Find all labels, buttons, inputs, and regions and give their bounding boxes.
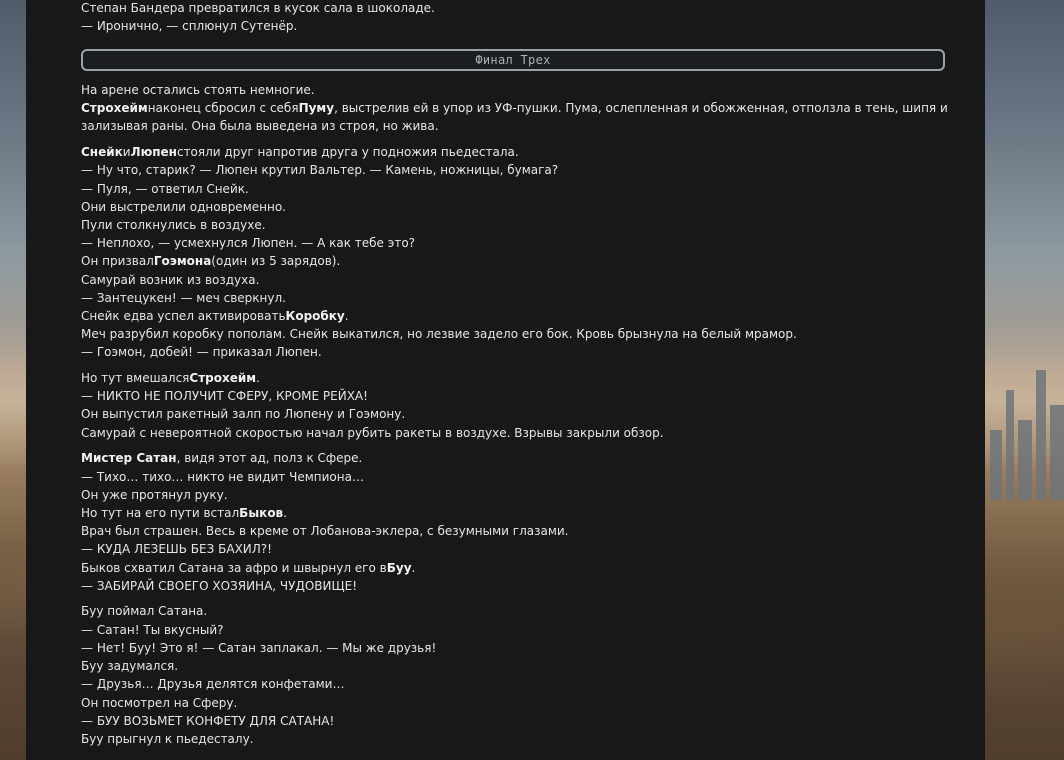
- character-name: Буу: [386, 560, 412, 575]
- story-line: — Нет! Буу! Это я! — Сатан заплакал. — М…: [81, 640, 437, 655]
- story-line: Он уже протянул руку.: [81, 487, 228, 502]
- story-column: Степан Бандера превратился в кусок сала …: [26, 0, 985, 760]
- character-name: Строхейм: [189, 371, 257, 386]
- story-line: Он посмотрел на Сферу.: [81, 695, 238, 710]
- story-line: — Пуля, — ответил Снейк.: [81, 181, 249, 196]
- story-line: — Друзья… Друзья делятся конфетами…: [81, 677, 345, 692]
- story-line: зализывая раны. Она была выведена из стр…: [81, 119, 439, 134]
- story-paragraph: Буу поймал Сатана. — Сатан! Ты вкусный? …: [81, 602, 951, 748]
- story-line: СнейкиЛюпенстояли друг напротив друга у …: [81, 145, 519, 160]
- story-line: Он призвалГоэмона(один из 5 зарядов).: [81, 254, 341, 269]
- story-line: Мистер Сатан, видя этот ад, полз к Сфере…: [81, 451, 363, 466]
- story-line: — КУДА ЛЕЗЕШЬ БЕЗ БАХИЛ?!: [81, 542, 272, 557]
- story-line: — Ну что, старик? — Люпен крутил Вальтер…: [81, 163, 559, 178]
- story-paragraph: На арене остались стоять немногие. Строх…: [81, 81, 951, 136]
- story-line: — Неплохо, — усмехнулся Люпен. — А как т…: [81, 236, 416, 251]
- story-line: — Тихо… тихо… никто не видит Чемпиона…: [81, 469, 364, 484]
- story-paragraph: Мистер Сатан, видя этот ад, полз к Сфере…: [81, 449, 951, 595]
- story-line: — Зантецукен! — меч сверкнул.: [81, 290, 286, 305]
- story-line: Врач был страшен. Весь в креме от Лобано…: [81, 524, 569, 539]
- item-name: Коробку: [285, 308, 345, 323]
- story-line: — Иронично, — сплюнул Сутенёр.: [81, 19, 298, 34]
- character-name: Снейк: [81, 145, 123, 160]
- story-line: Снейк едва успел активироватьКоробку.: [81, 308, 349, 323]
- story-line: — Гоэмон, добей! — приказал Люпен.: [81, 345, 322, 360]
- story-line: Самурай с невероятной скоростью начал ру…: [81, 425, 664, 440]
- story-line: Строхеймнаконец сбросил с себяПуму, выст…: [81, 101, 948, 116]
- character-name: Строхейм: [81, 101, 148, 116]
- story-line: Буу прыгнул к пьедесталу.: [81, 731, 254, 746]
- story-line: — БУУ ВОЗЬМЕТ КОНФЕТУ ДЛЯ САТАНА!: [81, 713, 335, 728]
- story-line: Степан Бандера превратился в кусок сала …: [81, 1, 435, 15]
- character-name: Быков: [239, 505, 284, 520]
- story-line: Пули столкнулись в воздухе.: [81, 217, 266, 232]
- character-name: Пуму: [298, 101, 335, 116]
- story-line: Но тут на его пути всталБыков.: [81, 505, 287, 520]
- story-line: Меч разрубил коробку пополам. Снейк выка…: [81, 327, 797, 342]
- story-line: На арене остались стоять немногие.: [81, 83, 315, 97]
- story-paragraph: Но тут вмешалсяСтрохейм. — НИКТО НЕ ПОЛУ…: [81, 369, 951, 442]
- story-text-main: На арене остались стоять немногие. Строх…: [81, 81, 951, 756]
- story-line: Буу задумался.: [81, 659, 179, 674]
- story-line: Он выпустил ракетный залп по Люпену и Го…: [81, 407, 406, 422]
- story-text-top: Степан Бандера превратился в кусок сала …: [81, 0, 951, 35]
- section-header: Финал Трех: [81, 49, 945, 71]
- background-ruins: [984, 340, 1064, 500]
- story-line: Но тут вмешалсяСтрохейм.: [81, 371, 260, 386]
- story-line: — НИКТО НЕ ПОЛУЧИТ СФЕРУ, КРОМЕ РЕЙХА!: [81, 389, 368, 404]
- story-line: — Сатан! Ты вкусный?: [81, 622, 224, 637]
- story-line: Самурай возник из воздуха.: [81, 272, 260, 287]
- character-name: Гоэмона: [153, 254, 212, 269]
- section-title: Финал Трех: [475, 53, 551, 67]
- character-name: Мистер Сатан: [81, 451, 177, 466]
- story-line: Буу поймал Сатана.: [81, 604, 208, 619]
- story-line: Они выстрелили одновременно.: [81, 199, 286, 214]
- character-name: Люпен: [130, 145, 177, 160]
- story-paragraph: СнейкиЛюпенстояли друг напротив друга у …: [81, 143, 951, 361]
- story-line: — ЗАБИРАЙ СВОЕГО ХОЗЯИНА, ЧУДОВИЩЕ!: [81, 578, 357, 593]
- story-line: Быков схватил Сатана за афро и швырнул е…: [81, 560, 416, 575]
